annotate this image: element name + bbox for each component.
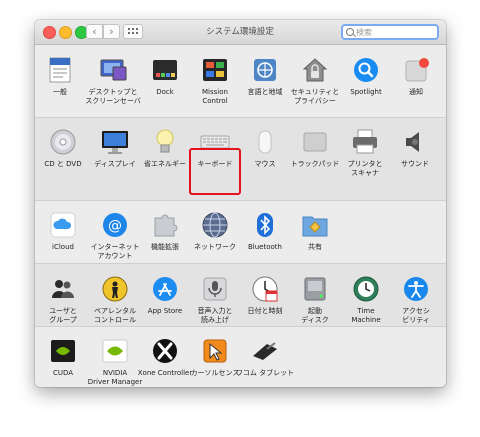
pref-label: ワコム タブレット [235,369,295,377]
app-store-icon [150,274,180,304]
cursorsense-icon [200,336,230,366]
sharing-icon [300,210,330,240]
pref-sharing[interactable]: 共有 [285,210,345,252]
forward-button[interactable]: › [103,24,120,39]
display-icon [100,127,130,157]
search-input[interactable] [356,26,436,38]
general-file-icon [45,55,75,85]
pref-label: 通知 [409,88,423,96]
time-machine-icon [351,274,381,304]
pref-accessibility[interactable]: アクセシ ビリティ [386,274,446,325]
extensions-icon [150,210,180,240]
svg-text:@: @ [108,218,122,234]
window-title: システム環境設定 [206,27,274,37]
wacom-icon [250,336,280,366]
dock-icon [150,55,180,85]
globe-flag-icon [250,55,280,85]
internet-accounts-icon: @ [100,210,130,240]
cd-icon [48,127,78,157]
microphone-icon [200,274,230,304]
mission-control-icon [200,55,230,85]
search-icon [346,28,354,36]
pref-label: 一般 [53,88,67,96]
show-all-grid-button[interactable] [123,24,143,39]
minimize-button[interactable] [59,26,72,39]
printer-icon [350,127,380,157]
users-icon [48,274,78,304]
startup-disk-icon [300,274,330,304]
pref-label: サウンド [401,160,429,168]
close-button[interactable] [43,26,56,39]
trackpad-icon [300,127,330,157]
xbox-icon [150,336,180,366]
network-icon [200,210,230,240]
calendar-clock-icon [250,274,280,304]
notifications-icon [401,55,431,85]
pref-label: アクセシ ビリティ [402,307,430,324]
pref-label: 共有 [308,243,322,251]
accessibility-icon [401,274,431,304]
keyboard-highlight-box [189,148,241,195]
speaker-icon [400,127,430,157]
spotlight-icon [351,55,381,85]
cuda-icon [48,336,78,366]
bluetooth-icon [250,210,280,240]
house-lock-icon [300,55,330,85]
bulb-icon [150,127,180,157]
search-field[interactable] [341,24,439,40]
system-preferences-window: ‹ › システム環境設定 一般 デスクトップと スクリーンセーバ [35,20,446,387]
desktop-icon [98,55,128,85]
pref-sound[interactable]: サウンド [385,127,445,169]
pref-label: デスクトップと スクリーンセーバ [85,88,141,105]
parental-icon [100,274,130,304]
mouse-icon [250,127,280,157]
icloud-icon [48,210,78,240]
back-button[interactable]: ‹ [86,24,103,39]
pref-desktop[interactable]: デスクトップと スクリーンセーバ [83,55,143,106]
pref-wacom-tablet[interactable]: ワコム タブレット [235,336,295,378]
pref-notifications[interactable]: 通知 [386,55,446,97]
pref-general[interactable]: 一般 [35,55,90,97]
nvidia-icon [100,336,130,366]
title-bar: ‹ › システム環境設定 [35,20,446,45]
